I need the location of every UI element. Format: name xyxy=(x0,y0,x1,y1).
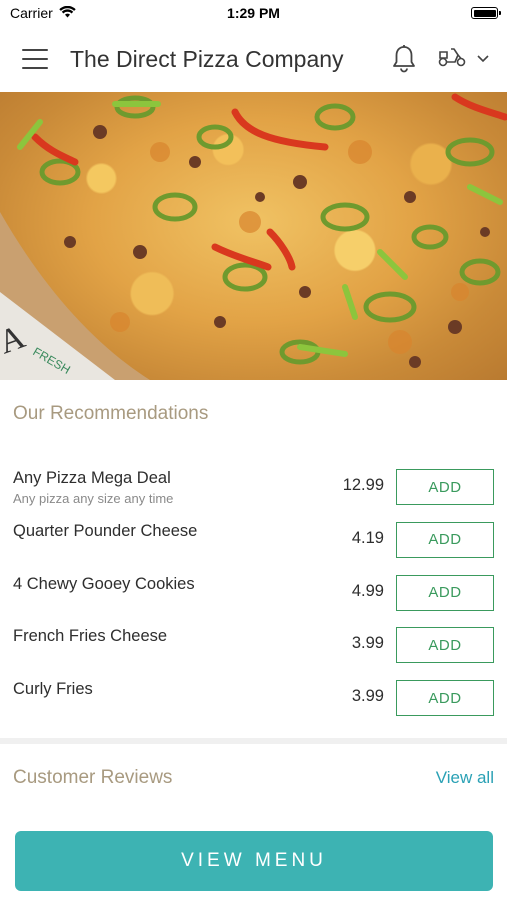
item-price: 3.99 xyxy=(351,687,384,705)
item-price: 12.99 xyxy=(342,476,384,494)
item-name: Any Pizza Mega Deal xyxy=(13,469,171,487)
reviews-title: Customer Reviews xyxy=(13,767,173,788)
item-price: 4.99 xyxy=(351,581,384,600)
list-item: French Fries Cheese 3.99 ADD xyxy=(0,620,507,673)
app-title: The Direct Pizza Company xyxy=(70,45,344,72)
hero-pizza-image: A FRESH xyxy=(0,92,507,380)
delivery-selector[interactable] xyxy=(437,46,489,73)
item-name: French Fries Cheese xyxy=(13,627,168,646)
section-divider xyxy=(0,738,507,744)
add-button[interactable]: ADD xyxy=(396,680,494,716)
recommendations-title: Our Recommendations xyxy=(13,403,209,424)
view-menu-button[interactable]: VIEW MENU xyxy=(15,831,493,891)
chevron-down-icon xyxy=(477,50,489,68)
status-time: 1:29 PM xyxy=(227,5,280,21)
item-name: Quarter Pounder Cheese xyxy=(13,521,198,540)
list-item: 4 Chewy Gooey Cookies 4.99 ADD xyxy=(0,568,507,621)
scooter-icon xyxy=(437,46,467,73)
battery-icon xyxy=(471,7,501,19)
recommendations-list: Any Pizza Mega Deal Any pizza any size a… xyxy=(0,462,507,726)
hamburger-menu-icon[interactable] xyxy=(22,49,48,69)
item-name: Curly Fries xyxy=(13,680,93,698)
nav-actions xyxy=(391,44,489,74)
view-all-link[interactable]: View all xyxy=(436,768,494,788)
item-name: 4 Chewy Gooey Cookies xyxy=(13,574,195,593)
pizza-illustration: A FRESH xyxy=(0,93,507,380)
status-left: Carrier xyxy=(10,5,76,21)
nav-bar: The Direct Pizza Company xyxy=(0,26,507,92)
add-button[interactable]: ADD xyxy=(396,627,494,664)
add-button[interactable]: ADD xyxy=(396,469,494,505)
list-item: Any Pizza Mega Deal Any pizza any size a… xyxy=(0,462,507,515)
carrier-label: Carrier xyxy=(10,5,53,21)
list-item: Quarter Pounder Cheese 4.19 ADD xyxy=(0,515,507,568)
item-description: Any pizza any size any time xyxy=(13,491,174,506)
bell-icon[interactable] xyxy=(391,44,417,74)
wifi-icon xyxy=(59,5,76,21)
list-item: Curly Fries 3.99 ADD xyxy=(0,673,507,726)
add-button[interactable]: ADD xyxy=(396,574,494,611)
add-button[interactable]: ADD xyxy=(396,521,494,558)
item-price: 3.99 xyxy=(351,634,384,653)
status-bar: Carrier 1:29 PM xyxy=(0,0,507,26)
item-price: 4.19 xyxy=(351,528,384,547)
